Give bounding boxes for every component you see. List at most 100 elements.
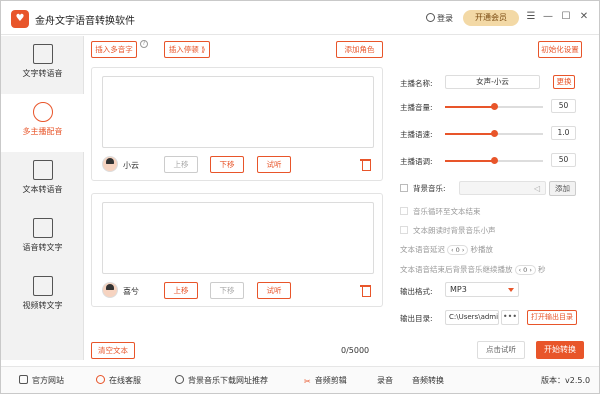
website-label: 官方网站 [32, 376, 64, 385]
minimize-icon[interactable]: — [541, 10, 555, 24]
sidebar-item-text-to-speech[interactable]: 文字转语音 [1, 36, 84, 94]
browse-button[interactable]: ••• [501, 310, 519, 325]
open-output-dir-button[interactable]: 打开输出目录 [527, 310, 577, 325]
listen-button[interactable]: 试听 [257, 156, 291, 173]
delay-row: 文本语音延迟 ‹ 0 › 秒播放 [400, 244, 493, 255]
output-dir-field[interactable]: C:\Users\admir [445, 310, 499, 325]
continue-prefix: 文本语音结束后背景音乐继续播放 [400, 265, 513, 274]
audio-convert-link[interactable]: 音频转换 [412, 375, 444, 386]
continue-suffix: 秒 [537, 265, 546, 274]
website-link[interactable]: 官方网站 [19, 375, 64, 386]
slider-fill [445, 106, 494, 108]
person-add-icon [32, 102, 53, 122]
login-label: 登录 [437, 14, 453, 23]
continue-row: 文本语音结束后背景音乐继续播放 ‹ 0 › 秒 [400, 264, 545, 275]
delay-suffix: 秒播放 [470, 245, 493, 254]
add-role-button[interactable]: 添加角色 [336, 41, 383, 58]
speech-to-text-icon [32, 218, 53, 238]
login-button[interactable]: 登录 [426, 13, 453, 24]
sidebar-item-document-to-speech[interactable]: 文本转语音 [1, 152, 84, 210]
volume-slider[interactable] [445, 103, 543, 110]
format-select[interactable]: MP3 [445, 282, 519, 297]
delay-stepper[interactable]: ‹ 0 › [447, 245, 469, 255]
speed-label: 主播语速: [400, 130, 433, 139]
clear-text-button[interactable]: 清空文本 [91, 342, 135, 359]
char-count: 0/5000 [341, 346, 370, 355]
pitch-value[interactable]: 50 [551, 153, 576, 167]
insert-pause-button[interactable]: 插入停顿 ⟫ [164, 41, 210, 58]
trash-icon[interactable] [360, 157, 372, 171]
preview-button[interactable]: 点击试听 [477, 341, 525, 359]
continue-value: 0 [523, 266, 528, 274]
monitor-icon [19, 375, 28, 384]
start-convert-button[interactable]: 开始转换 [536, 341, 584, 359]
app-window: ♥ 金舟文字语音转换软件 登录 开通会员 ☰ — ☐ ✕ 文字转语音 多主播配音… [0, 0, 600, 394]
script-textarea[interactable] [102, 76, 374, 148]
format-value: MP3 [450, 285, 467, 294]
audio-cut-link[interactable]: ✂ 音频剪辑 [304, 375, 347, 386]
bgm-add-button[interactable]: 添加 [549, 181, 576, 196]
insert-polyphone-button[interactable]: 插入多音字 [91, 41, 137, 58]
bgm-download-label: 背景音乐下载网址推荐 [188, 376, 268, 385]
music-icon [175, 375, 184, 384]
app-title: 金舟文字语音转换软件 [35, 16, 135, 27]
avatar [102, 156, 118, 172]
duck-checkbox[interactable] [400, 226, 408, 234]
anchor-name: 小云 [123, 161, 139, 170]
anchor-name-label: 主播名称: [400, 79, 433, 88]
output-dir-label: 输出目录: [400, 314, 433, 323]
sidebar-item-video-to-text[interactable]: 视频转文字 [1, 268, 84, 326]
reset-settings-button[interactable]: 初始化设置 [538, 41, 582, 58]
service-link[interactable]: 在线客服 [96, 375, 141, 386]
service-label: 在线客服 [109, 376, 141, 385]
speed-value[interactable]: 1.0 [551, 126, 576, 140]
sidebar-item-speech-to-text[interactable]: 语音转文字 [1, 210, 84, 268]
loop-label: 音乐循环至文本结束 [413, 207, 481, 216]
speaker-icon: ◁ [534, 184, 541, 193]
user-icon [426, 13, 435, 22]
move-up-button[interactable]: 上移 [164, 282, 198, 299]
slider-knob[interactable] [491, 157, 498, 164]
bgm-checkbox[interactable] [400, 184, 408, 192]
pitch-slider[interactable] [445, 157, 543, 164]
sidebar: 文字转语音 多主播配音 文本转语音 语音转文字 视频转文字 [1, 36, 84, 360]
anchor-name-field[interactable]: 女声-小云 [445, 75, 540, 89]
help-icon[interactable]: ? [140, 40, 148, 48]
record-link[interactable]: 录音 [377, 375, 393, 386]
delay-prefix: 文本语音延迟 [400, 245, 445, 254]
pitch-label: 主播语调: [400, 157, 433, 166]
version-label: 版本：v2.5.0 [541, 376, 591, 385]
bgm-download-link[interactable]: 背景音乐下载网址推荐 [175, 375, 268, 386]
bgm-label: 背景音乐: [413, 184, 446, 193]
vip-button[interactable]: 开通会员 [463, 10, 519, 26]
change-anchor-button[interactable]: 更换 [553, 75, 575, 89]
bgm-file-field[interactable] [459, 181, 546, 195]
speed-slider[interactable] [445, 130, 543, 137]
move-up-button[interactable]: 上移 [164, 156, 198, 173]
slider-knob[interactable] [491, 130, 498, 137]
loop-checkbox[interactable] [400, 207, 408, 215]
menu-icon[interactable]: ☰ [524, 10, 538, 24]
format-label: 输出格式: [400, 287, 433, 296]
move-down-button[interactable]: 下移 [210, 156, 244, 173]
trash-icon[interactable] [360, 283, 372, 297]
volume-value[interactable]: 50 [551, 99, 576, 113]
script-textarea[interactable] [102, 202, 374, 274]
app-logo-icon: ♥ [11, 10, 29, 28]
continue-stepper[interactable]: ‹ 0 › [514, 265, 536, 275]
video-icon [32, 276, 53, 296]
sidebar-item-label: 文本转语音 [22, 185, 63, 194]
sidebar-item-label: 文字转语音 [22, 69, 63, 78]
close-icon[interactable]: ✕ [577, 10, 591, 24]
move-down-button[interactable]: 下移 [210, 282, 244, 299]
chevron-down-icon [508, 288, 514, 292]
sidebar-item-multi-anchor[interactable]: 多主播配音 [1, 94, 84, 152]
maximize-icon[interactable]: ☐ [559, 10, 573, 24]
headset-icon [96, 375, 105, 384]
slider-knob[interactable] [491, 103, 498, 110]
anchor-card: 小云 上移 下移 试听 [91, 67, 383, 181]
listen-button[interactable]: 试听 [257, 282, 291, 299]
volume-label: 主播音量: [400, 103, 433, 112]
sidebar-item-label: 多主播配音 [22, 127, 63, 136]
bottom-bar: 官方网站 在线客服 背景音乐下载网址推荐 ✂ 音频剪辑 录音 音频转换 版本：v2… [1, 366, 599, 393]
